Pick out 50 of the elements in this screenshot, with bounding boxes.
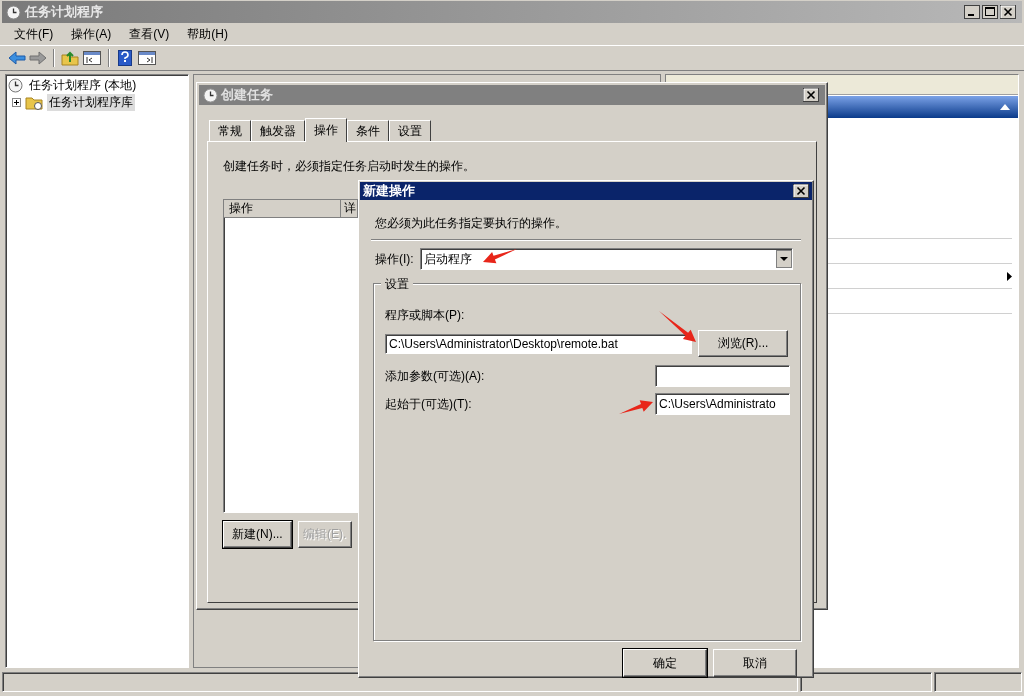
browse-button[interactable]: 浏览(R)... [698, 330, 788, 357]
tree-item[interactable]: 任务计划程序 (本地) [27, 77, 139, 94]
field-label: 添加参数(可选)(A): [385, 367, 485, 385]
clock-icon [8, 78, 23, 93]
window-title: 任务计划程序 [25, 3, 104, 21]
menu-item[interactable]: 文件(F) [6, 23, 62, 45]
help-icon[interactable] [116, 49, 134, 67]
input-field[interactable] [655, 365, 790, 387]
dialog-title: 创建任务 [221, 86, 274, 104]
tab[interactable]: 操作 [305, 118, 347, 142]
folder-icon [25, 95, 43, 110]
menu-item[interactable]: 操作(A) [63, 23, 120, 45]
tab[interactable]: 条件 [347, 120, 389, 141]
close-icon[interactable] [1000, 5, 1016, 19]
menu-item[interactable]: 帮助(H) [179, 23, 236, 45]
description-text: 创建任务时，必须指定任务启动时发生的操作。 [223, 158, 476, 175]
submenu-arrow-icon[interactable] [1007, 271, 1012, 281]
maximize-icon[interactable] [982, 5, 998, 19]
tab[interactable]: 触发器 [251, 120, 305, 141]
dropdown-value: 启动程序 [423, 250, 472, 268]
tab[interactable]: 设置 [389, 120, 431, 141]
tree-item[interactable]: 任务计划程序库 [47, 94, 135, 111]
field-label: 操作(I): [375, 250, 414, 268]
clock-icon [203, 87, 218, 103]
input-field[interactable]: C:\Users\Administrato [655, 393, 790, 415]
field-label: 程序或脚本(P): [385, 306, 466, 324]
tab[interactable]: 常规 [209, 120, 251, 141]
close-icon[interactable] [803, 88, 819, 102]
panel-icon[interactable] [82, 49, 102, 67]
dialog-title: 新建操作 [363, 182, 416, 200]
group-title: 设置 [381, 276, 413, 293]
panel-icon[interactable] [137, 49, 157, 67]
description-text: 您必须为此任务指定要执行的操作。 [375, 215, 568, 231]
collapse-caret-icon[interactable] [1000, 104, 1010, 110]
new-button[interactable]: 新建(N)... [223, 521, 292, 548]
forward-arrow-icon[interactable] [29, 50, 47, 66]
action-dropdown[interactable]: 启动程序 [419, 248, 793, 270]
annotation-arrow [483, 249, 517, 264]
input-field[interactable]: C:\Users\Administrator\Desktop\remote.bat [385, 333, 692, 354]
field-label: 起始于(可选)(T): [385, 395, 472, 413]
clock-icon [6, 4, 21, 20]
annotation-arrow [619, 400, 653, 414]
menu-item[interactable]: 查看(V) [121, 23, 178, 45]
cancel-button[interactable]: 取消 [713, 649, 797, 677]
back-arrow-icon[interactable] [8, 50, 26, 66]
minimize-icon[interactable] [964, 5, 980, 19]
column-header[interactable]: 操作 [224, 200, 341, 218]
ok-button[interactable]: 确定 [623, 649, 707, 677]
expand-icon[interactable] [12, 98, 21, 107]
close-icon[interactable] [793, 184, 809, 198]
